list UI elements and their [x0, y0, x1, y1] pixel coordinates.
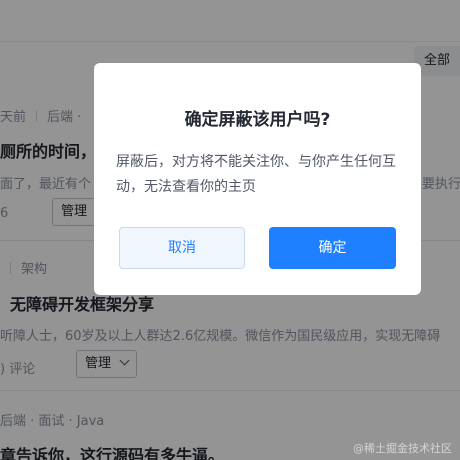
dialog-message: 屏蔽后，对方将不能关注你、与你产生任何互动，无法查看你的主页 — [116, 154, 396, 195]
watermark: @稀土掘金技术社区 — [353, 442, 452, 455]
cancel-button[interactable]: 取消 — [119, 227, 245, 269]
block-user-dialog: 确定屏蔽该用户吗? 屏蔽后，对方将不能关注你、与你产生任何互动，无法查看你的主页… — [94, 63, 421, 295]
dialog-title: 确定屏蔽该用户吗? — [184, 110, 331, 130]
confirm-button[interactable]: 确定 — [269, 227, 396, 269]
